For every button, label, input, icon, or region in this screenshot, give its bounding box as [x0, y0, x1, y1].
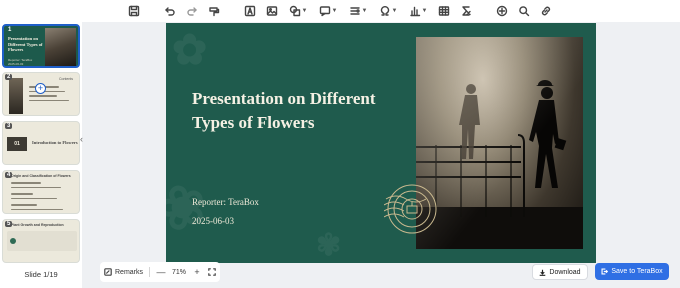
background-texture: ❀: [166, 169, 216, 246]
slide-title[interactable]: Presentation on Different Types of Flowe…: [192, 87, 412, 135]
format-painter-icon[interactable]: [205, 2, 223, 20]
thumbnail-section-badge: 01: [7, 137, 27, 151]
fit-screen-icon[interactable]: [208, 263, 216, 281]
thumbnail-card: [7, 231, 77, 251]
text-box-icon[interactable]: [241, 2, 259, 20]
thumbnail-heading: Contents: [58, 77, 73, 81]
zoom-out-button[interactable]: —: [156, 267, 166, 277]
thumbnail-content-lines: [11, 204, 75, 213]
link-icon[interactable]: [537, 2, 555, 20]
chart-icon[interactable]: ▼: [405, 2, 431, 20]
background-texture: ✿: [172, 28, 208, 74]
thumbnail-photo: [9, 78, 23, 114]
thumbnail-content-lines: [11, 182, 75, 191]
zoom-in-button[interactable]: +: [192, 267, 202, 277]
table-icon[interactable]: [435, 2, 453, 20]
save-icon[interactable]: [125, 2, 143, 20]
search-icon[interactable]: [515, 2, 533, 20]
slide-thumbnail-1[interactable]: 1 Presentation on Different Types of Flo…: [2, 24, 80, 68]
slide-panel: 1 Presentation on Different Types of Flo…: [0, 22, 82, 288]
thumbnail-title: Plant Growth and Reproduction: [11, 223, 64, 227]
slide-thumbnail-2[interactable]: 2 Contents: [2, 72, 80, 116]
thumbnail-meta: Reporter: TeraBox 2025-06-03: [8, 58, 32, 66]
download-label: Download: [549, 268, 581, 276]
remarks-button[interactable]: Remarks: [104, 268, 143, 276]
download-button[interactable]: Download: [532, 264, 588, 280]
slide-canvas[interactable]: ✿ ❀ ✾ Presentation on Different Types of…: [166, 23, 596, 263]
thumbnail-content-lines: [11, 193, 75, 202]
save-label: Save to TeraBox: [611, 268, 663, 275]
formula-icon[interactable]: [457, 2, 475, 20]
slide-number: 5: [5, 221, 13, 227]
image-icon[interactable]: [263, 2, 281, 20]
redo-icon[interactable]: [183, 2, 201, 20]
slide-thumbnail-4[interactable]: 4 Origin and Classification of Flowers: [2, 170, 80, 214]
shape-icon[interactable]: ▼: [285, 2, 311, 20]
thumbnail-bullet: [10, 238, 16, 244]
thumbnail-title: Introduction to Flowers: [32, 140, 78, 145]
collapse-panel-icon[interactable]: ‹: [80, 134, 90, 148]
toolbar: ▼ ▼ ▼ ▼ ▼: [0, 0, 680, 22]
arrange-icon[interactable]: ▼: [345, 2, 371, 20]
slide-number: 1: [8, 27, 12, 33]
slide-number: 4: [5, 172, 13, 178]
postmark-stamp-icon: [383, 181, 440, 237]
slide-photo[interactable]: [416, 37, 583, 249]
slide-number: 3: [5, 123, 13, 129]
symbol-icon[interactable]: ▼: [375, 2, 401, 20]
slide-thumbnail-5[interactable]: 5 Plant Growth and Reproduction: [2, 219, 80, 263]
thumbnail-date: 2025-06-03: [8, 62, 24, 66]
slide-thumbnail-3[interactable]: 3 01 Introduction to Flowers: [2, 121, 80, 165]
remarks-label: Remarks: [115, 268, 144, 276]
thumbnail-photo: [45, 28, 76, 66]
remarks-icon: [104, 268, 112, 276]
undo-icon[interactable]: [161, 2, 179, 20]
background-texture: ✾: [316, 229, 342, 262]
slide-date[interactable]: 2025-06-03: [192, 216, 234, 226]
save-to-terabox-button[interactable]: Save to TeraBox: [595, 263, 669, 280]
thumbnail-title: Origin and Classification of Flowers: [11, 174, 71, 178]
slide-counter: Slide 1/19: [24, 270, 58, 279]
add-icon[interactable]: [493, 2, 511, 20]
zoom-level[interactable]: 71%: [172, 269, 186, 276]
slide-reporter[interactable]: Reporter: TeraBox: [192, 197, 259, 207]
save-icon: [601, 268, 609, 275]
add-slide-button[interactable]: +: [35, 83, 46, 94]
zoom-toolbar: Remarks — 71% +: [100, 262, 221, 282]
thumbnail-title: Presentation on Different Types of Flowe…: [8, 36, 43, 52]
comment-icon[interactable]: ▼: [315, 2, 341, 20]
download-icon: [540, 269, 546, 276]
slide-number: 2: [5, 74, 13, 80]
